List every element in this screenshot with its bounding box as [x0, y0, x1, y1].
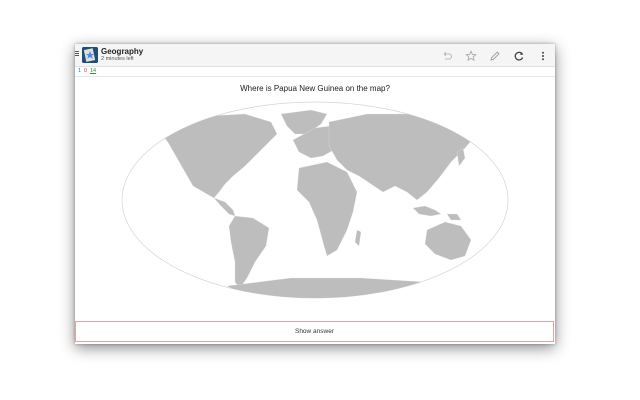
new-zealand: [472, 259, 484, 275]
learn-count: 0: [84, 68, 88, 74]
new-count: 1: [78, 68, 82, 74]
show-answer-button[interactable]: Show answer: [75, 321, 554, 342]
app-title: Geography: [101, 47, 144, 56]
deck-logo-icon: [82, 47, 98, 63]
star-icon[interactable]: [465, 49, 477, 62]
time-remaining: 2 minutes left: [101, 56, 134, 62]
undo-icon[interactable]: [441, 49, 453, 61]
menu-icon[interactable]: [75, 51, 79, 57]
app-window: Geography 2 minutes left 1 0 14 Where is…: [75, 44, 555, 344]
question-text: Where is Papua New Guinea on the map?: [240, 84, 390, 93]
review-count: 14: [90, 68, 97, 74]
world-map: [121, 100, 509, 300]
edit-icon[interactable]: [489, 49, 501, 61]
toolbar: Geography 2 minutes left: [75, 44, 555, 67]
refresh-icon[interactable]: [513, 49, 525, 61]
more-vert-icon[interactable]: [537, 49, 549, 61]
card-counts-bar: 1 0 14: [75, 67, 555, 77]
